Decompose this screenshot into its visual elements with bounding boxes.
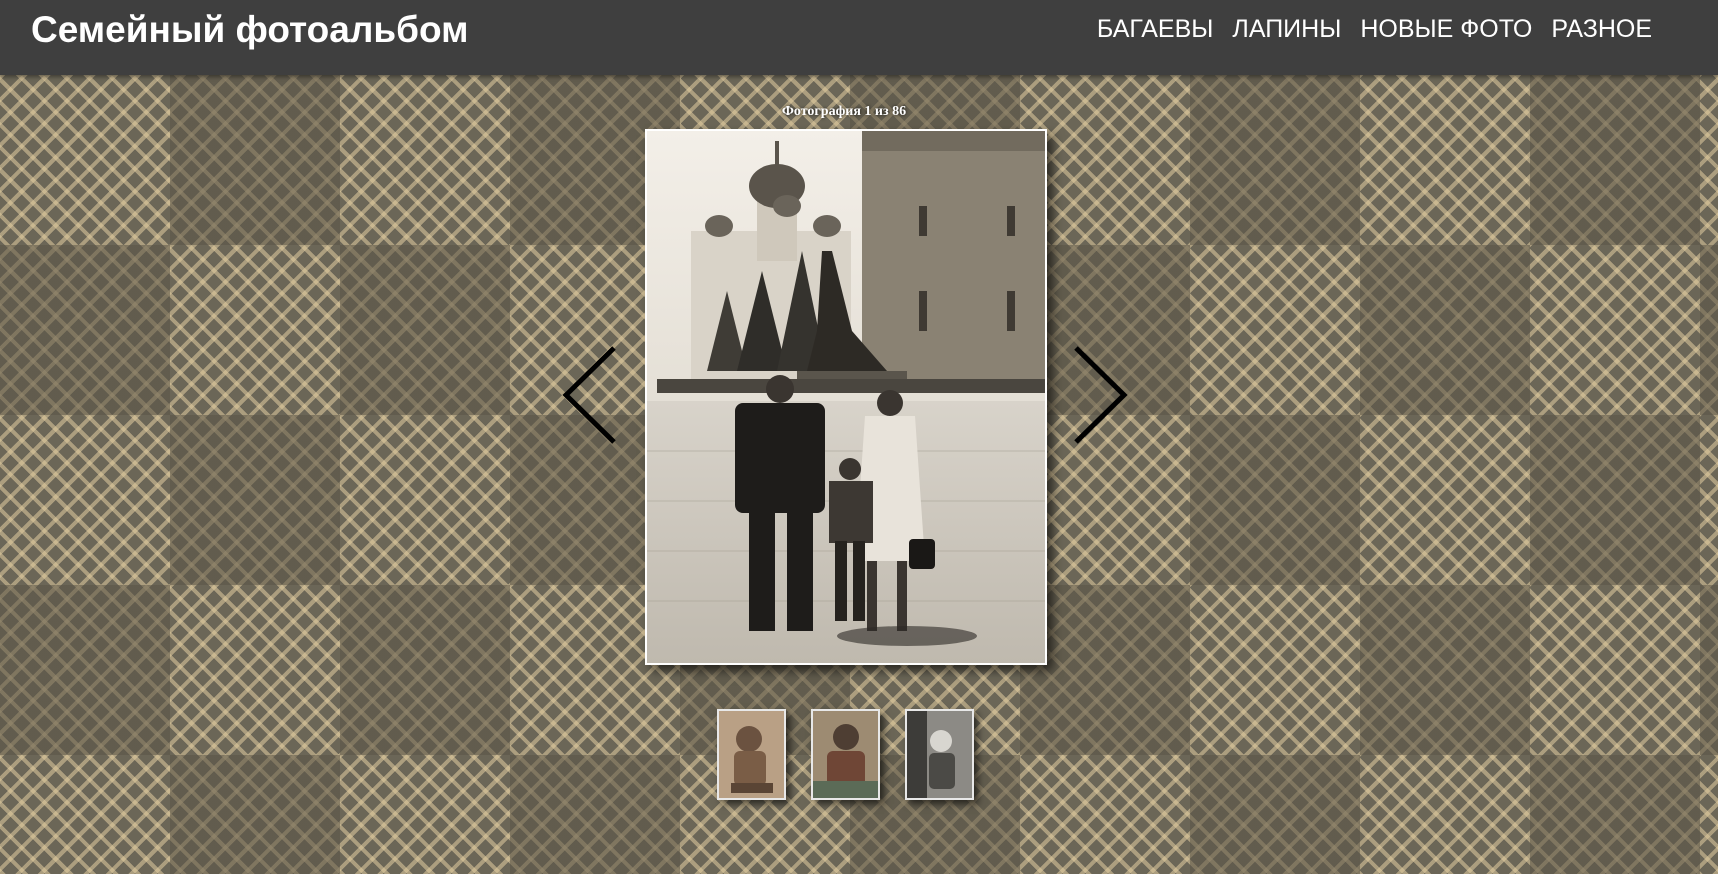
thumbnail-strip	[717, 709, 974, 800]
nav-link-new-photos[interactable]: НОВЫЕ ФОТО	[1360, 14, 1532, 44]
thumbnail[interactable]	[811, 709, 880, 800]
chevron-left-icon	[562, 346, 616, 444]
nav-link-misc[interactable]: РАЗНОЕ	[1551, 14, 1652, 44]
thumbnail[interactable]	[905, 709, 974, 800]
site-title[interactable]: Семейный фотоальбом	[31, 8, 468, 52]
photo-counter: Фотография 1 из 86	[781, 104, 907, 119]
previous-photo-button[interactable]	[556, 340, 626, 450]
chevron-right-icon	[1074, 346, 1128, 444]
current-photo[interactable]	[645, 129, 1047, 665]
nav-link-lapiny[interactable]: ЛАПИНЫ	[1232, 14, 1341, 44]
thumbnail[interactable]	[717, 709, 786, 800]
site-header: Семейный фотоальбом БАГАЕВЫ ЛАПИНЫ НОВЫЕ…	[0, 0, 1718, 75]
next-photo-button[interactable]	[1064, 340, 1134, 450]
nav-link-bagaevy[interactable]: БАГАЕВЫ	[1097, 14, 1214, 44]
main-nav: БАГАЕВЫ ЛАПИНЫ НОВЫЕ ФОТО РАЗНОЕ	[1097, 14, 1652, 44]
